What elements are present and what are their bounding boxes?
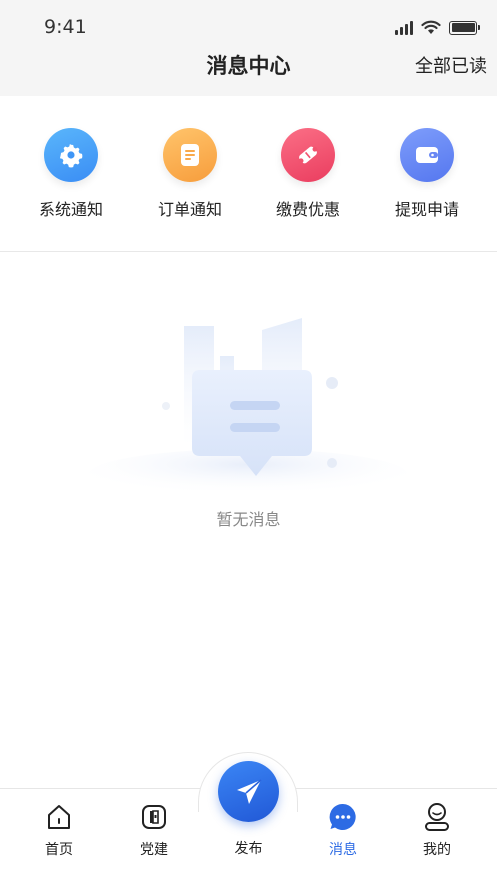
tab-label: 消息 [329,842,357,858]
tab-home[interactable]: 首页 [29,801,89,859]
tab-label: 党建 [140,842,168,858]
category-label: 订单通知 [157,200,222,219]
user-icon [407,801,467,833]
party-icon [124,801,184,833]
message-categories: 系统通知 订单通知 缴费优惠 提现申请 [0,96,497,252]
category-system-notice[interactable]: 系统通知 [21,128,121,220]
status-time: 9:41 [44,16,87,38]
empty-illustration [88,310,408,501]
tab-label: 首页 [45,842,73,858]
category-withdrawal-request[interactable]: 提现申请 [377,128,477,220]
chat-bubble-icon [313,801,373,833]
coupon-icon [281,128,335,182]
paper-plane-icon [236,778,262,804]
header-area: 9:41 消息中心 全部已读 [0,0,497,96]
home-icon [29,801,89,833]
mark-all-read-button[interactable]: 全部已读 [415,52,487,78]
tab-publish-label: 发布 [234,841,263,857]
category-label: 提现申请 [394,200,459,219]
tab-label: 我的 [423,842,451,858]
category-label: 缴费优惠 [275,200,340,219]
tab-party[interactable]: 党建 [124,801,184,859]
battery-icon [449,20,480,35]
signal-icon [395,20,413,35]
tab-profile[interactable]: 我的 [407,801,467,859]
wifi-icon [421,20,441,34]
category-label: 系统通知 [38,200,103,219]
gear-icon [44,128,98,182]
tab-messages[interactable]: 消息 [313,801,373,859]
wallet-icon [400,128,454,182]
category-order-notice[interactable]: 订单通知 [140,128,240,220]
publish-button[interactable] [218,761,279,822]
status-icons [395,20,480,35]
category-payment-discount[interactable]: 缴费优惠 [258,128,358,220]
empty-state-text: 暂无消息 [216,510,281,529]
document-icon [163,128,217,182]
